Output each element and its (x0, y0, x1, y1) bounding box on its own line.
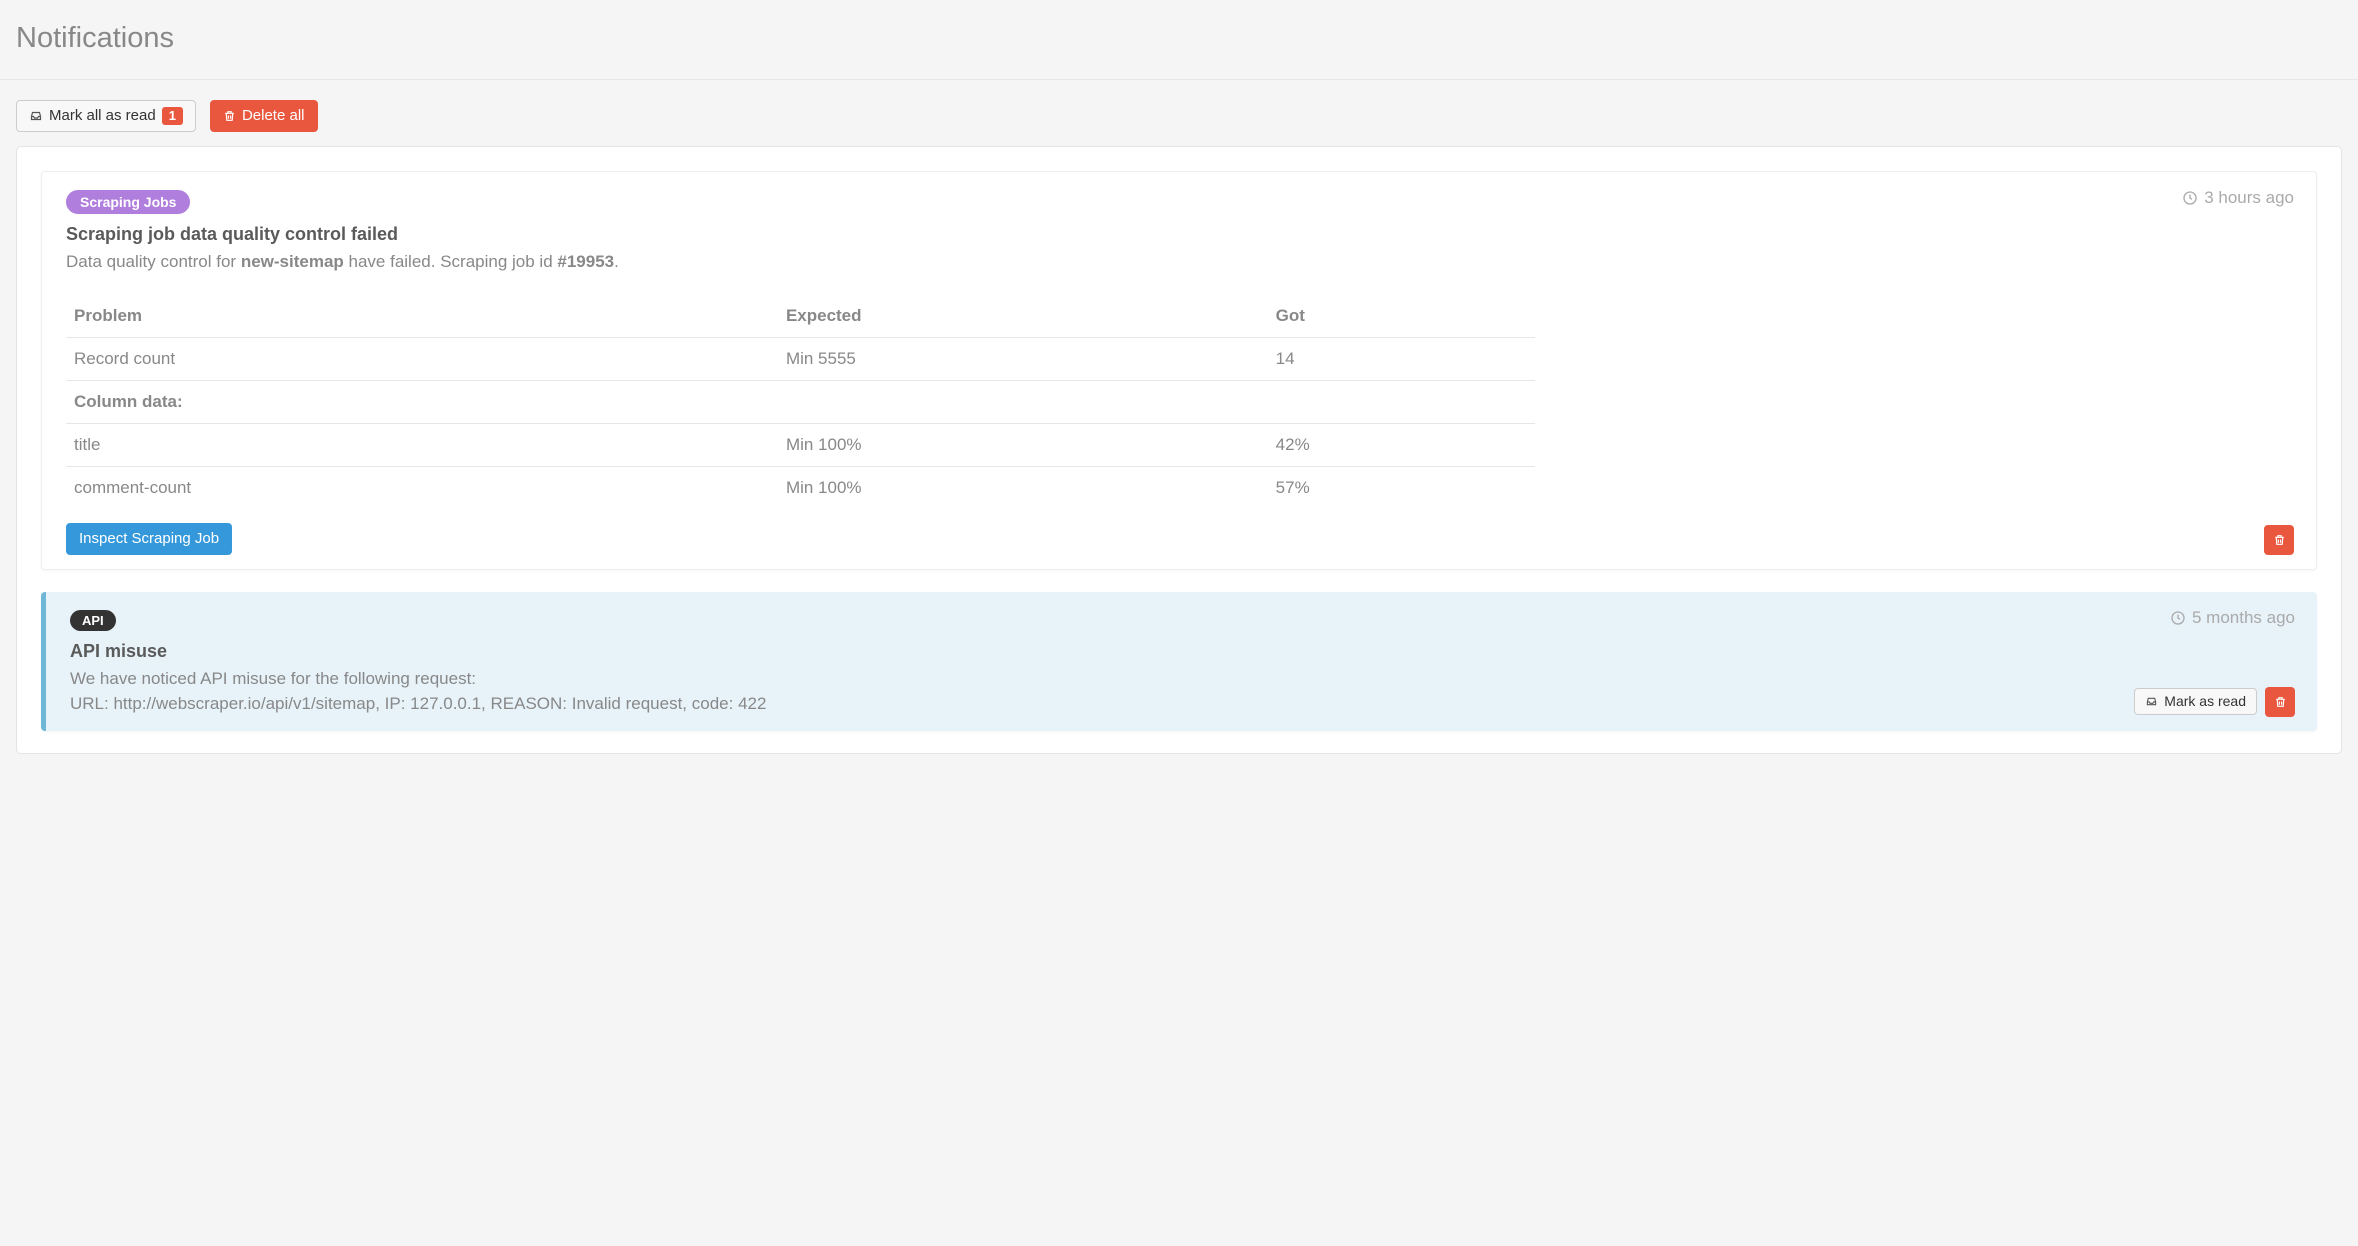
table-section-row: Column data: (66, 380, 1535, 423)
clock-icon (2170, 610, 2186, 626)
cell-got: 14 (1268, 337, 1535, 380)
cell-problem: Record count (66, 337, 778, 380)
notifications-panel: Scraping Jobs 3 hours ago Scraping job d… (16, 146, 2342, 754)
cell-expected: Min 100% (778, 466, 1268, 509)
delete-notification-button[interactable] (2265, 687, 2295, 717)
trash-icon (2274, 695, 2287, 709)
delete-all-button[interactable]: Delete all (210, 100, 318, 132)
notification-title: API misuse (70, 641, 2293, 662)
toolbar: Mark all as read 1 Delete all (16, 100, 2342, 132)
table-row: comment-count Min 100% 57% (66, 466, 1535, 509)
cell-problem: title (66, 423, 778, 466)
inbox-icon (29, 110, 43, 122)
page-title: Notifications (0, 0, 2358, 80)
cell-problem: comment-count (66, 466, 778, 509)
delete-all-label: Delete all (242, 107, 305, 125)
unread-count-badge: 1 (162, 107, 183, 125)
mark-as-read-button[interactable]: Mark as read (2134, 688, 2257, 715)
col-got: Got (1268, 295, 1535, 338)
desc-text: Data quality control for (66, 252, 241, 271)
desc-text: have failed. Scraping job id (344, 252, 558, 271)
notification-title: Scraping job data quality control failed (66, 224, 2292, 245)
cell-expected: Min 5555 (778, 337, 1268, 380)
trash-icon (223, 109, 236, 123)
col-problem: Problem (66, 295, 778, 338)
inbox-icon (2145, 696, 2158, 707)
cell-expected: Min 100% (778, 423, 1268, 466)
cell-got: 42% (1268, 423, 1535, 466)
notification-description: Data quality control for new-sitemap hav… (66, 249, 2292, 275)
notification-card: API 5 months ago API misuse We have noti… (41, 592, 2317, 731)
timestamp-text: 3 hours ago (2204, 188, 2294, 208)
timestamp-text: 5 months ago (2192, 608, 2295, 628)
notification-line1: We have noticed API misuse for the follo… (70, 666, 2293, 692)
trash-icon (2273, 533, 2286, 547)
quality-control-table: Problem Expected Got Record count Min 55… (66, 295, 1535, 509)
section-label: Column data: (66, 380, 1535, 423)
timestamp: 5 months ago (2170, 608, 2295, 628)
delete-notification-button[interactable] (2264, 525, 2294, 555)
clock-icon (2182, 190, 2198, 206)
desc-job-id: #19953 (557, 252, 614, 271)
table-row: Record count Min 5555 14 (66, 337, 1535, 380)
table-header-row: Problem Expected Got (66, 295, 1535, 338)
timestamp: 3 hours ago (2182, 188, 2294, 208)
notification-line2: URL: http://webscraper.io/api/v1/sitemap… (70, 691, 2293, 717)
notification-card: Scraping Jobs 3 hours ago Scraping job d… (41, 171, 2317, 570)
desc-sitemap: new-sitemap (241, 252, 344, 271)
mark-all-label: Mark all as read (49, 107, 156, 125)
category-pill: Scraping Jobs (66, 190, 190, 214)
mark-all-as-read-button[interactable]: Mark all as read 1 (16, 100, 196, 132)
desc-text: . (614, 252, 619, 271)
table-row: title Min 100% 42% (66, 423, 1535, 466)
cell-got: 57% (1268, 466, 1535, 509)
inspect-scraping-job-button[interactable]: Inspect Scraping Job (66, 523, 232, 555)
col-expected: Expected (778, 295, 1268, 338)
category-pill: API (70, 610, 116, 631)
mark-as-read-label: Mark as read (2164, 693, 2246, 710)
